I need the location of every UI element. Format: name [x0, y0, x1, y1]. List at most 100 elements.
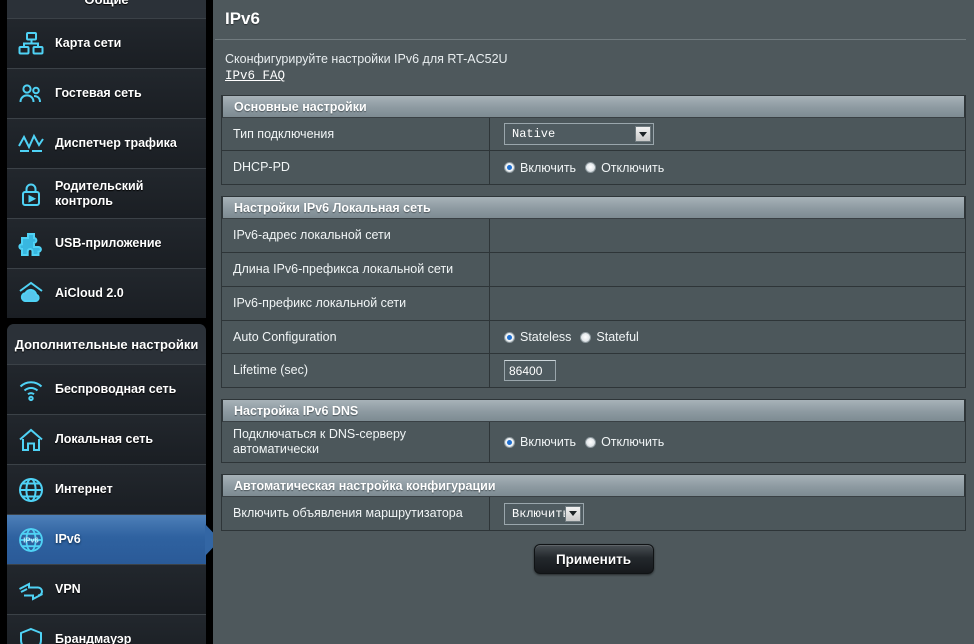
dhcp-pd-label: DHCP-PD [222, 151, 490, 184]
auto-configuration-label: Auto Configuration [222, 321, 490, 353]
auto-dns-radio-group: Включить Отключить [504, 435, 664, 449]
radio-dot [504, 436, 515, 448]
connection-type-value: Native [512, 127, 556, 141]
section-autoconfig-header: Автоматическая настройка конфигурации [222, 474, 965, 497]
connection-type-select[interactable]: Native [504, 123, 654, 145]
parental-control-icon [7, 169, 55, 219]
radio-dot [504, 331, 515, 343]
radio-label: Отключить [601, 160, 665, 175]
row-dhcp-pd: DHCP-PD Включить Отключить [222, 151, 965, 184]
ipv6-icon: IPv6 [7, 515, 55, 565]
sidebar-item-label: Гостевая сеть [55, 86, 142, 100]
radio-label: Stateful [596, 330, 639, 344]
sidebar-item-internet[interactable]: Интернет [7, 464, 206, 514]
firewall-icon [7, 615, 55, 644]
vpn-icon [7, 565, 55, 615]
router-advertisement-select[interactable]: Включить [504, 502, 584, 525]
guest-network-icon [7, 69, 55, 119]
section-auto-configuration: Автоматическая настройка конфигурации Вк… [221, 474, 966, 531]
apply-button[interactable]: Применить [533, 544, 654, 574]
sidebar-item-label: IPv6 [55, 532, 81, 546]
dhcp-pd-radio-group: Включить Отключить [504, 161, 664, 175]
lifetime-input[interactable]: 86400 [504, 360, 556, 381]
sidebar-group-general-header: Общие [7, 0, 206, 18]
traffic-manager-icon [7, 119, 55, 169]
sidebar-item-usb-application[interactable]: USB-приложение [7, 218, 206, 268]
sidebar: Общие Карта сети [0, 0, 213, 644]
router-advertisement-label: Включить объявления маршрутизатора [222, 497, 490, 530]
radio-label: Включить [520, 160, 577, 175]
auto-dns-enable-radio[interactable]: Включить [504, 435, 576, 449]
router-admin-page: Общие Карта сети [0, 0, 974, 644]
sidebar-item-wireless[interactable]: Беспроводная сеть [7, 364, 206, 414]
dhcp-pd-disable-radio[interactable]: Отключить [585, 161, 664, 175]
sidebar-item-label: Локальная сеть [55, 432, 154, 446]
router-advertisement-value: Включить [512, 506, 570, 521]
row-lifetime: Lifetime (sec) 86400 [222, 354, 965, 387]
section-lan-header: Настройки IPv6 Локальная сеть [222, 196, 965, 219]
sidebar-item-label: Интернет [55, 482, 113, 496]
sidebar-item-aicloud[interactable]: AiCloud 2.0 [7, 268, 206, 318]
radio-dot [504, 162, 515, 173]
chevron-down-icon[interactable] [635, 126, 651, 142]
radio-dot [580, 331, 592, 343]
lan-ipv6-address-value [490, 219, 965, 252]
chevron-down-icon[interactable] [565, 505, 581, 522]
lan-prefix-length-value [490, 253, 965, 286]
sidebar-item-firewall[interactable]: Брандмауэр [7, 614, 206, 644]
sidebar-item-ipv6[interactable]: IPv6 IPv6 [7, 514, 213, 565]
row-auto-configuration: Auto Configuration Stateless Stateful [222, 321, 965, 354]
row-lan-ipv6-address: IPv6-адрес локальной сети [222, 219, 965, 253]
row-router-advertisement: Включить объявления маршрутизатора Включ… [222, 497, 965, 530]
sidebar-item-label: Диспетчер трафика [55, 136, 177, 150]
internet-icon [7, 465, 55, 515]
section-dns-header: Настройка IPv6 DNS [222, 399, 965, 422]
sidebar-item-label: VPN [55, 582, 81, 596]
section-ipv6-lan: Настройки IPv6 Локальная сеть IPv6-адрес… [221, 196, 966, 388]
ipv6-faq-link[interactable]: IPv6 FAQ [225, 69, 285, 83]
auto-configuration-radio-group: Stateless Stateful [504, 330, 639, 344]
wireless-icon [7, 365, 55, 415]
radio-dot [585, 162, 597, 173]
sidebar-item-network-map[interactable]: Карта сети [7, 18, 206, 68]
lan-prefix-value [490, 287, 965, 320]
sidebar-item-label: AiCloud 2.0 [55, 286, 124, 300]
aicloud-icon [7, 269, 55, 319]
sidebar-item-guest-network[interactable]: Гостевая сеть [7, 68, 206, 118]
radio-label: Включить [520, 435, 577, 449]
sidebar-item-label: Беспроводная сеть [55, 382, 177, 396]
sidebar-item-parental-control[interactable]: Родительский контроль [7, 168, 206, 218]
row-lan-prefix-length: Длина IPv6-префикса локальной сети [222, 253, 965, 287]
lifetime-label: Lifetime (sec) [222, 354, 490, 387]
row-lan-prefix: IPv6-префикс локальной сети [222, 287, 965, 321]
lan-prefix-label: IPv6-префикс локальной сети [222, 287, 490, 320]
section-basic-settings: Основные настройки Тип подключения Nativ… [221, 95, 966, 185]
sidebar-group-general: Общие Карта сети [7, 0, 206, 318]
row-auto-dns: Подключаться к DNS-серверу автоматически… [222, 422, 965, 462]
network-map-icon [7, 19, 55, 69]
sidebar-item-label: Брандмауэр [55, 632, 132, 644]
sidebar-item-label: USB-приложение [55, 236, 162, 250]
auto-dns-label: Подключаться к DNS-серверу автоматически [222, 422, 490, 462]
sidebar-item-vpn[interactable]: VPN [7, 564, 206, 614]
svg-text:IPv6: IPv6 [23, 535, 38, 544]
page-description: Сконфигурируйте настройки IPv6 для RT-AC… [225, 52, 508, 66]
sidebar-item-label: Карта сети [55, 36, 122, 50]
autoconf-stateless-radio[interactable]: Stateless [504, 330, 571, 344]
page-title: IPv6 [225, 9, 260, 28]
sidebar-group-advanced-header: Дополнительные настройки [7, 324, 206, 364]
radio-label: Stateless [520, 330, 572, 344]
autoconf-stateful-radio[interactable]: Stateful [580, 330, 639, 344]
dhcp-pd-enable-radio[interactable]: Включить [504, 161, 576, 175]
auto-dns-disable-radio[interactable]: Отключить [585, 435, 664, 449]
main-content: IPv6 Сконфигурируйте настройки IPv6 для … [213, 0, 974, 644]
sidebar-item-lan[interactable]: Локальная сеть [7, 414, 206, 464]
sidebar-item-traffic-manager[interactable]: Диспетчер трафика [7, 118, 206, 168]
radio-label: Отключить [601, 435, 665, 449]
row-connection-type: Тип подключения Native [222, 118, 965, 151]
connection-type-label: Тип подключения [222, 118, 490, 150]
lan-icon [7, 415, 55, 465]
lan-prefix-length-label: Длина IPv6-префикса локальной сети [222, 253, 490, 286]
usb-application-icon [7, 219, 55, 269]
section-basic-header: Основные настройки [222, 95, 965, 118]
